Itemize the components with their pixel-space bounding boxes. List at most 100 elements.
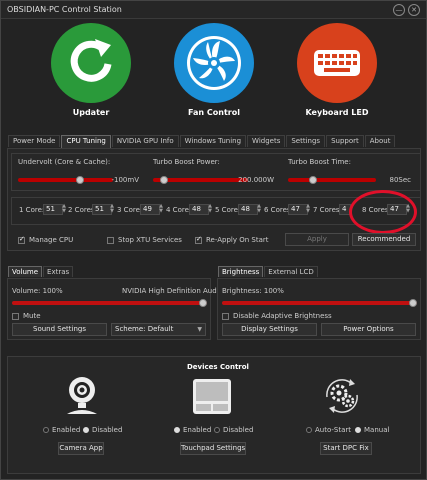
tab-power-mode[interactable]: Power Mode (8, 135, 61, 147)
core-1-spinner[interactable]: ▲ ▼ (61, 204, 67, 215)
title-bar: OBSIDIAN-PC Control Station — ✕ (1, 1, 426, 19)
scheme-select[interactable]: Scheme: Default ▼ (111, 323, 206, 336)
camera-disabled-label: Disabled (92, 426, 123, 434)
manage-cpu-label: Manage CPU (29, 236, 74, 244)
core-5-spinner[interactable]: ▲ ▼ (256, 204, 262, 215)
dpc-autostart-label: Auto-Start (315, 426, 352, 434)
scheme-value: Scheme: Default (115, 325, 174, 333)
checkbox-box[interactable] (222, 312, 229, 320)
stop-xtu-checkbox[interactable]: Stop XTU Services (107, 236, 182, 244)
core-3-input[interactable]: 49 (140, 204, 160, 215)
camera-enabled-label: Enabled (52, 426, 81, 434)
checkbox-box[interactable] (107, 236, 114, 244)
radio-dot[interactable] (83, 427, 89, 433)
checkbox-box[interactable] (18, 235, 25, 244)
camera-enabled-radio[interactable]: Enabled (43, 426, 80, 434)
touchpad-icon (193, 379, 231, 414)
reapply-checkbox[interactable]: Re-Apply On Start (195, 235, 269, 244)
core-1-input[interactable]: 51 (43, 204, 63, 215)
tab-about[interactable]: About (364, 135, 396, 147)
checkbox-box[interactable] (12, 312, 19, 320)
tab-cpu-tuning[interactable]: CPU Tuning (61, 135, 111, 148)
core-3-spinner[interactable]: ▲ ▼ (158, 204, 164, 215)
tab-widgets[interactable]: Widgets (247, 135, 286, 147)
radio-dot[interactable] (355, 427, 361, 433)
fan-control-button[interactable] (174, 23, 254, 103)
reapply-label: Re-Apply On Start (206, 236, 269, 244)
camera-app-button[interactable]: Camera App (58, 442, 104, 455)
turbo-boost-time-label: Turbo Boost Time: (288, 158, 351, 166)
core-1-label: 1 Core: (19, 206, 45, 214)
radio-dot[interactable] (43, 427, 49, 433)
touchpad-disabled-label: Disabled (223, 426, 254, 434)
tab-support[interactable]: Support (326, 135, 364, 147)
turbo-boost-time-slider-thumb[interactable] (308, 176, 317, 184)
turbo-boost-time-slider[interactable] (288, 176, 376, 184)
dpc-manual-label: Manual (364, 426, 390, 434)
updater-label: Updater (72, 108, 110, 117)
main-tabs: Power Mode CPU Tuning NVIDIA GPU Info Wi… (8, 135, 396, 148)
chevron-down-icon: ▼ (197, 326, 202, 333)
fan-icon (187, 36, 241, 90)
camera-disabled-radio[interactable]: Disabled (83, 426, 122, 434)
volume-label: Volume: 100% (12, 287, 63, 295)
fan-control-label: Fan Control (188, 108, 240, 117)
minimize-icon[interactable]: — (393, 4, 405, 16)
power-options-button[interactable]: Power Options (321, 323, 416, 336)
radio-dot[interactable] (214, 427, 220, 433)
undervolt-slider[interactable] (18, 176, 113, 184)
turbo-boost-time-value: 80Sec (389, 176, 411, 184)
checkbox-box[interactable] (195, 235, 202, 244)
adaptive-brightness-checkbox[interactable]: Disable Adaptive Brightness (222, 312, 332, 320)
radio-dot[interactable] (174, 427, 180, 433)
brightness-label: Brightness: 100% (222, 287, 284, 295)
highlight-annotation (349, 190, 417, 234)
start-dpc-fix-button[interactable]: Start DPC Fix (320, 442, 372, 455)
devices-control-title: Devices Control (187, 363, 249, 371)
undervolt-slider-thumb[interactable] (75, 176, 84, 184)
gears-cycle-icon (326, 379, 358, 413)
close-icon[interactable]: ✕ (408, 4, 420, 16)
sound-settings-button[interactable]: Sound Settings (12, 323, 107, 336)
core-7-label: 7 Cores (313, 206, 340, 214)
volume-slider[interactable] (12, 299, 207, 307)
tab-external-lcd[interactable]: External LCD (264, 266, 318, 277)
turbo-boost-power-value: 200.000W (238, 176, 274, 184)
volume-slider-thumb[interactable] (199, 299, 207, 307)
core-2-spinner[interactable]: ▲ ▼ (109, 204, 115, 215)
core-4-input[interactable]: 48 (189, 204, 209, 215)
tab-nvidia-gpu-info[interactable]: NVIDIA GPU Info (111, 135, 179, 147)
recommended-button[interactable]: Recommended (352, 233, 416, 246)
core-4-spinner[interactable]: ▲ ▼ (207, 204, 213, 215)
display-settings-button[interactable]: Display Settings (222, 323, 317, 336)
audio-tabs: Volume Extras (8, 266, 74, 277)
stop-xtu-label: Stop XTU Services (118, 236, 182, 244)
brightness-slider[interactable] (222, 299, 417, 307)
brightness-slider-thumb[interactable] (409, 299, 417, 307)
updater-button[interactable] (51, 23, 131, 103)
tab-settings[interactable]: Settings (286, 135, 326, 147)
core-6-spinner[interactable]: ▲ ▼ (305, 204, 311, 215)
tab-extras[interactable]: Extras (43, 266, 74, 277)
manage-cpu-checkbox[interactable]: Manage CPU (18, 235, 74, 244)
mute-label: Mute (23, 312, 41, 320)
touchpad-enabled-radio[interactable]: Enabled (174, 426, 211, 434)
touchpad-settings-button[interactable]: Touchpad Settings (180, 442, 246, 455)
core-5-input[interactable]: 48 (238, 204, 258, 215)
mute-checkbox[interactable]: Mute (12, 312, 41, 320)
tab-brightness[interactable]: Brightness (218, 266, 264, 277)
radio-dot[interactable] (306, 427, 312, 433)
tab-volume[interactable]: Volume (8, 266, 43, 277)
core-2-label: 2 Cores (68, 206, 95, 214)
refresh-arrow-icon (70, 39, 112, 82)
dpc-autostart-radio[interactable]: Auto-Start (306, 426, 351, 434)
keyboard-led-button[interactable] (297, 23, 377, 103)
dpc-manual-radio[interactable]: Manual (355, 426, 389, 434)
undervolt-value: -100mV (111, 176, 140, 184)
touchpad-disabled-radio[interactable]: Disabled (214, 426, 253, 434)
apply-button[interactable]: Apply (285, 233, 349, 246)
tab-windows-tuning[interactable]: Windows Tuning (179, 135, 247, 147)
core-6-label: 6 Cores (264, 206, 291, 214)
turbo-boost-power-label: Turbo Boost Power: (153, 158, 220, 166)
main-window: OBSIDIAN-PC Control Station — ✕ Updater (0, 0, 427, 480)
